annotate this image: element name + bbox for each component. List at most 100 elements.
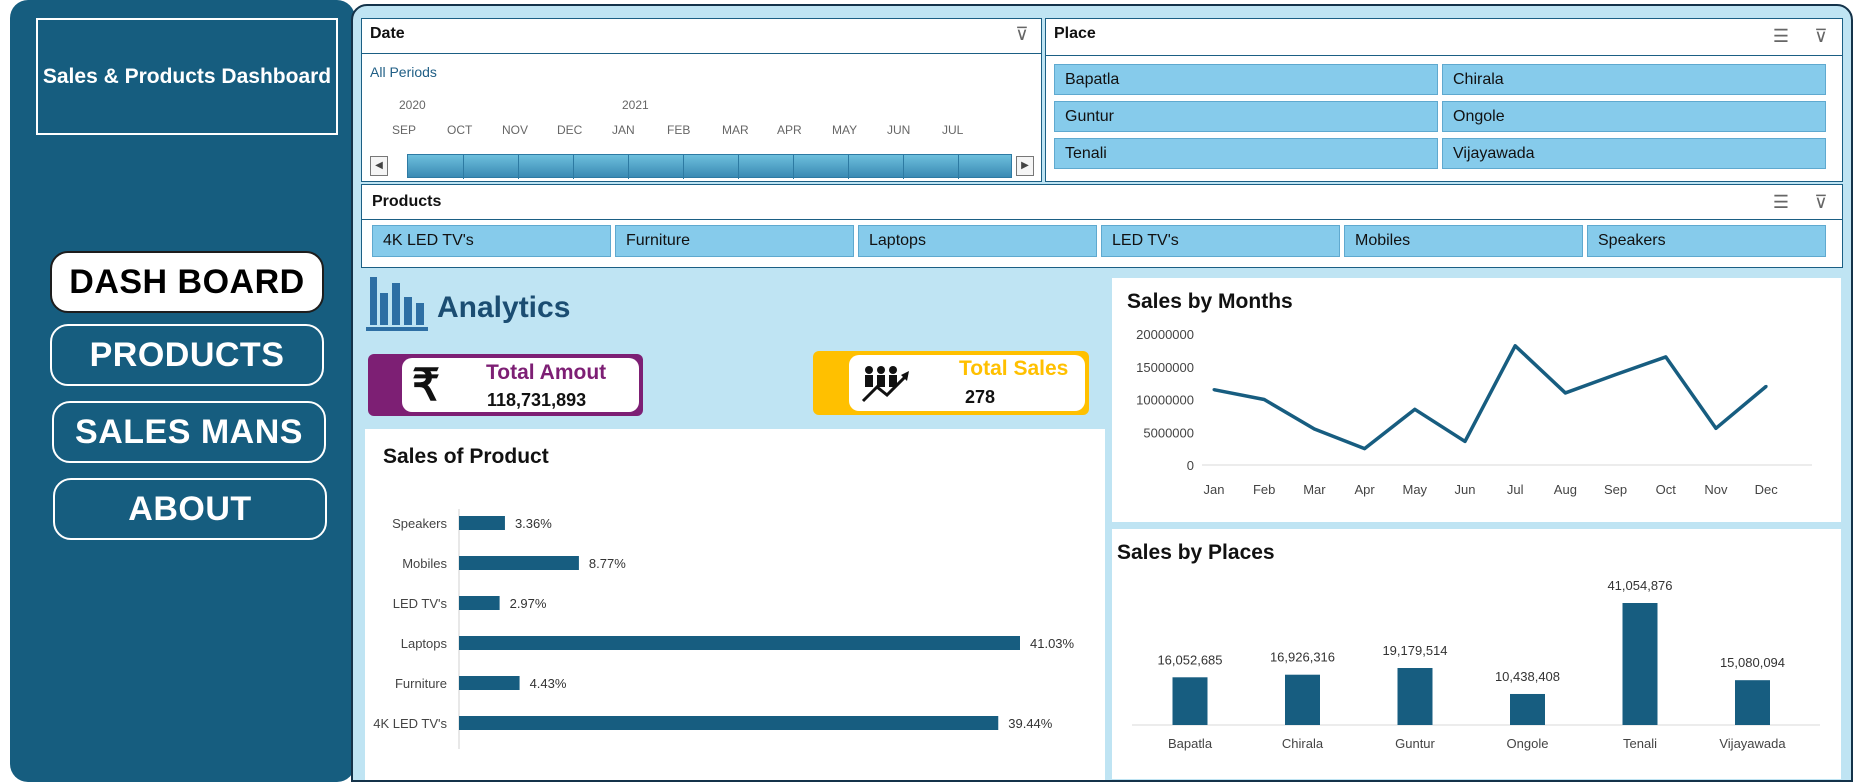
main-content: Date ⊽ All Periods 2020 2021 ◀ ▶ SEP OCT N… [351, 4, 1853, 782]
timeline-month-jan[interactable]: JAN [612, 123, 664, 137]
product-item-furniture[interactable]: Furniture [615, 225, 854, 257]
data-label: 15,080,094 [1720, 655, 1785, 670]
timeline-month-nov[interactable]: NOV [502, 123, 554, 137]
line-point-aug [1563, 391, 1567, 395]
multi-select-icon[interactable]: ☰ [1770, 191, 1792, 213]
timeline-month-mar[interactable]: MAR [722, 123, 774, 137]
kpi-total-amount: ₹ Total Amout 118,731,893 [368, 354, 643, 416]
x-tick-label: Mar [1303, 482, 1326, 497]
data-label: 3.36% [515, 516, 552, 531]
timeline-month-feb[interactable]: FEB [667, 123, 719, 137]
timeline-bar[interactable] [407, 154, 1012, 179]
timeline-year: 2021 [622, 98, 649, 112]
timeline-tick [848, 155, 849, 179]
clear-filter-icon[interactable]: ⊽ [1810, 25, 1832, 47]
category-label: Furniture [395, 676, 447, 691]
data-label: 41.03% [1030, 636, 1075, 651]
category-label: Mobiles [402, 556, 447, 571]
timeline-tick [738, 155, 739, 179]
bar-bapatla [1172, 677, 1208, 725]
nav-about-button[interactable]: ABOUT [53, 478, 327, 540]
timeline-tick [793, 155, 794, 179]
data-label: 8.77% [589, 556, 626, 571]
place-item-bapatla[interactable]: Bapatla [1054, 64, 1438, 95]
category-label: LED TV's [393, 596, 448, 611]
product-item-4k-led-tvs[interactable]: 4K LED TV's [372, 225, 611, 257]
place-item-tenali[interactable]: Tenali [1054, 138, 1438, 169]
product-item-mobiles[interactable]: Mobiles [1344, 225, 1583, 257]
clear-filter-icon[interactable]: ⊽ [1810, 191, 1832, 213]
line-point-nov [1714, 426, 1718, 430]
x-tick-label: Jul [1507, 482, 1524, 497]
x-tick-label: Dec [1755, 482, 1779, 497]
timeline-year: 2020 [399, 98, 426, 112]
timeline-month-jun[interactable]: JUN [887, 123, 939, 137]
place-item-vijayawada[interactable]: Vijayawada [1442, 138, 1826, 169]
y-tick-label: 0 [1187, 458, 1194, 473]
y-tick-label: 10000000 [1136, 393, 1194, 408]
kpi-sales-value: 278 [965, 387, 996, 407]
x-tick-label: May [1403, 482, 1428, 497]
timeline-month-apr[interactable]: APR [777, 123, 829, 137]
bar-vijayawada [1735, 680, 1770, 725]
place-item-chirala[interactable]: Chirala [1442, 64, 1826, 95]
timeline-month-dec[interactable]: DEC [557, 123, 609, 137]
product-item-laptops[interactable]: Laptops [858, 225, 1097, 257]
data-label: 2.97% [510, 596, 547, 611]
nav-products-button[interactable]: PRODUCTS [50, 324, 324, 386]
dashboard-app: Sales & Products Dashboard DASH BOARD PR… [0, 0, 1857, 782]
timeline-tick [683, 155, 684, 179]
analytics-bar-icon [366, 277, 428, 331]
products-slicer[interactable]: Products ☰ ⊽ 4K LED TV's Furniture Lapto… [361, 184, 1843, 268]
x-tick-label: Ongole [1507, 736, 1549, 751]
timeline-scroll-left-icon[interactable]: ◀ [370, 156, 388, 176]
y-tick-label: 5000000 [1143, 425, 1194, 440]
place-item-guntur[interactable]: Guntur [1054, 101, 1438, 132]
timeline-month-sep[interactable]: SEP [392, 123, 444, 137]
period-label[interactable]: All Periods [370, 64, 437, 80]
product-item-led-tvs[interactable]: LED TV's [1101, 225, 1340, 257]
timeline-month-oct[interactable]: OCT [447, 123, 499, 137]
data-label: 4.43% [530, 676, 567, 691]
multi-select-icon[interactable]: ☰ [1770, 25, 1792, 47]
bar-furniture [459, 676, 520, 690]
date-slicer[interactable]: Date ⊽ All Periods 2020 2021 ◀ ▶ SEP OCT N… [361, 18, 1042, 182]
place-slicer-header: Place [1054, 25, 1096, 42]
bar-ongole [1510, 693, 1545, 725]
x-tick-label: Guntur [1395, 736, 1435, 751]
clear-filter-icon[interactable]: ⊽ [1011, 23, 1033, 45]
bar-laptops [459, 636, 1020, 650]
y-tick-label: 15000000 [1136, 360, 1194, 375]
timeline-month-may[interactable]: MAY [832, 123, 884, 137]
data-label: 19,179,514 [1382, 643, 1447, 658]
timeline-month-jul[interactable]: JUL [942, 123, 994, 137]
line-point-sep [1614, 373, 1618, 377]
bar-led-tv-s [459, 596, 500, 610]
timeline-scroll-right-icon[interactable]: ▶ [1016, 156, 1034, 176]
timeline-tick [628, 155, 629, 179]
nav-sales-mans-button[interactable]: SALES MANS [52, 401, 326, 463]
sales-by-places-chart: Sales by Places 16,052,685 Bapatla 16,926,… [1112, 529, 1841, 779]
sales-by-months-chart: Sales by Months 20000000 15000000 10000000… [1112, 278, 1841, 522]
product-item-speakers[interactable]: Speakers [1587, 225, 1826, 257]
rupee-icon: ₹ [412, 361, 440, 410]
place-slicer[interactable]: Place ☰ ⊽ Bapatla Chirala Guntur Ongole … [1045, 18, 1843, 182]
x-tick-label: Apr [1354, 482, 1375, 497]
sidebar: Sales & Products Dashboard DASH BOARD PR… [10, 0, 355, 782]
sales-growth-icon [861, 366, 909, 403]
nav-dashboard-button[interactable]: DASH BOARD [50, 251, 324, 313]
line-point-oct [1664, 355, 1668, 359]
kpi-total-sales: Total Sales 278 [813, 351, 1089, 415]
places-bar-chart-svg: 16,052,685 Bapatla 16,926,316 Chirala 19,179… [1132, 578, 1820, 751]
x-tick-label: Vijayawada [1719, 736, 1786, 751]
kpi-amount-value: 118,731,893 [487, 390, 587, 410]
category-label: Laptops [401, 636, 448, 651]
sales-line-series [1213, 344, 1768, 451]
product-bar-chart-svg: Speakers 3.36% Mobiles 8.77% LED TV's 2.97% La… [373, 509, 1075, 749]
line-point-dec [1764, 384, 1768, 388]
line-point-may [1413, 407, 1417, 411]
place-item-ongole[interactable]: Ongole [1442, 101, 1826, 132]
kpi-sales-label: Total Sales [959, 357, 1069, 380]
data-label: 16,052,685 [1157, 652, 1222, 667]
x-tick-label: Nov [1704, 482, 1728, 497]
